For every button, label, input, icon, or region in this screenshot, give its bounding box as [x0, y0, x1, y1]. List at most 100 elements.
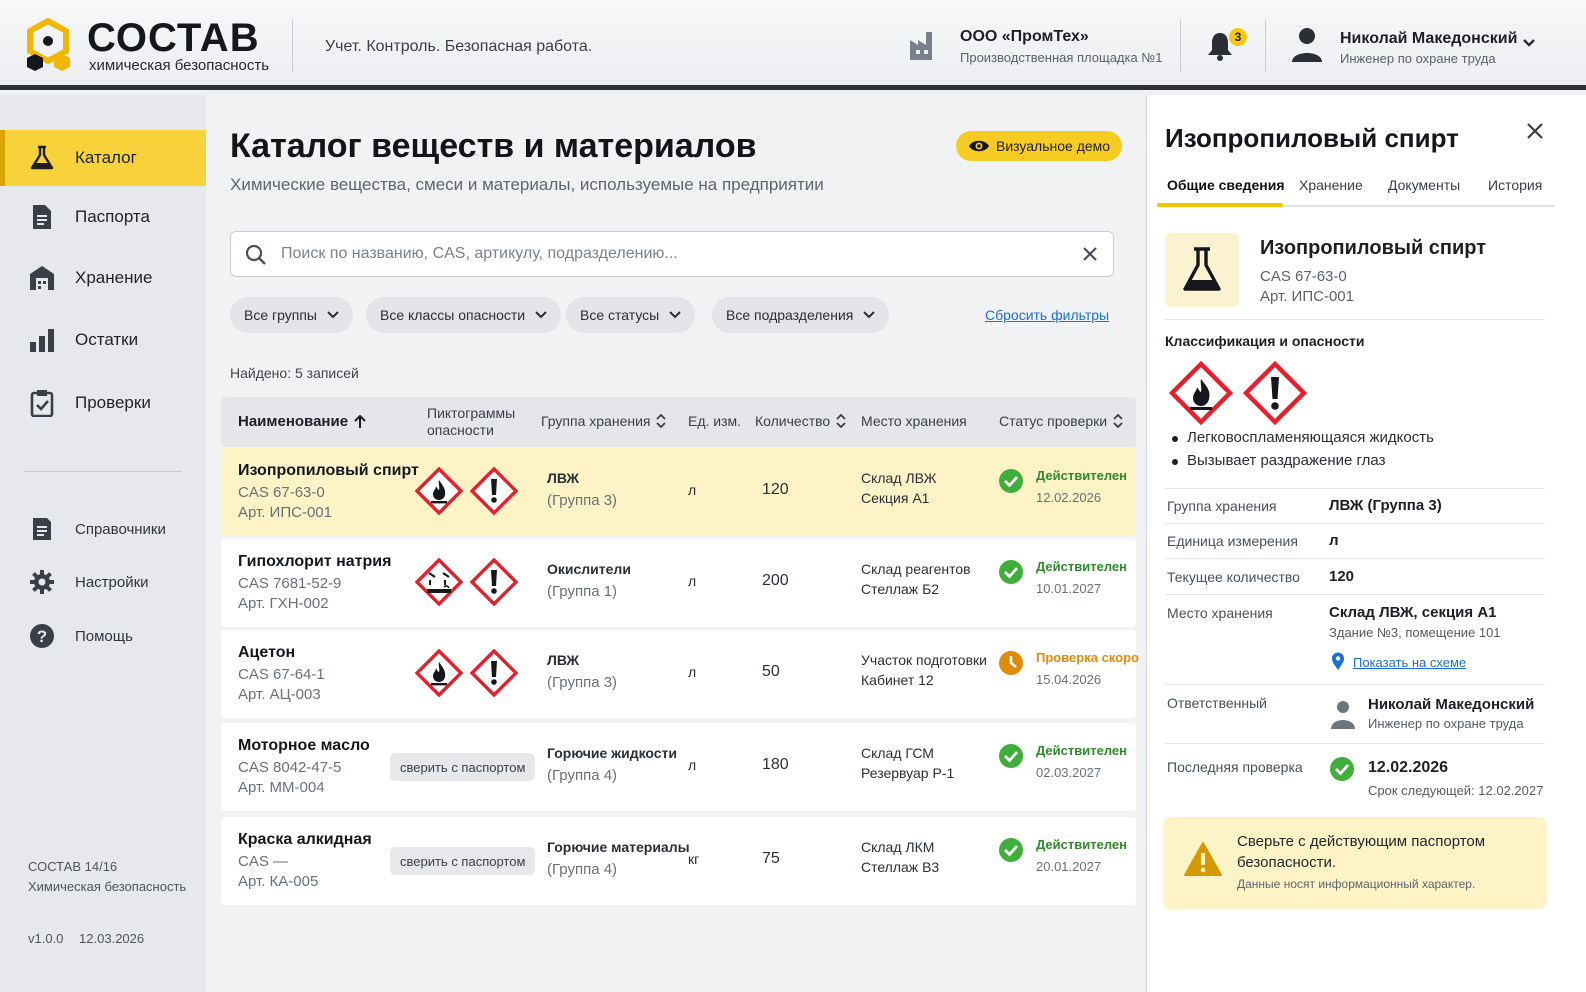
flame-pictogram-icon [1169, 361, 1233, 425]
user-name: Николай Македонский [1340, 30, 1518, 47]
chevron-down-icon [669, 311, 681, 319]
sidebar-item-label: Настройки [75, 573, 149, 591]
sidebar-item-storage[interactable]: Хранение [0, 250, 206, 306]
field-label: Ответственный [1167, 695, 1267, 711]
storage-group-sub: (Группа 4) [547, 767, 618, 784]
reset-filters-link[interactable]: Сбросить фильтры [985, 307, 1109, 323]
col-qty[interactable]: Количество [755, 413, 846, 429]
chevron-down-icon [535, 311, 547, 319]
panel-title: Изопропиловый спирт [1165, 123, 1459, 153]
field-value: Склад ЛВЖ, секция А1 [1329, 604, 1497, 621]
substance-cas: CAS — [238, 853, 289, 870]
status-badge: Действителен [1036, 468, 1127, 483]
site-name: Производственная площадка №1 [960, 50, 1163, 65]
table-row[interactable]: Краска алкидная CAS — Арт. КА-005 сверить с… [221, 817, 1136, 905]
substance-article: Арт. ГХН-002 [238, 595, 329, 612]
status-date: 20.01.2027 [1036, 859, 1102, 874]
filter-statuses[interactable]: Все статусы [566, 297, 696, 333]
field-label: Текущее количество [1167, 569, 1300, 585]
sort-icon [836, 414, 846, 428]
col-name[interactable]: Наименование [238, 413, 366, 430]
tab-general[interactable]: Общие сведения [1167, 177, 1285, 193]
check-circle-icon [999, 744, 1023, 768]
status-date: 10.01.2027 [1036, 581, 1102, 596]
field-label: Место хранения [1167, 605, 1273, 621]
divider [1165, 594, 1545, 595]
table-row[interactable]: Изопропиловый спирт CAS 67-63-0 Арт. ИПС-0… [221, 448, 1136, 536]
col-group[interactable]: Группа хранения [541, 413, 667, 429]
status-date: 12.02.2026 [1036, 490, 1102, 505]
filter-departments[interactable]: Все подразделения [712, 297, 890, 333]
col-label: Ед. изм. [688, 413, 742, 429]
warning-icon [1184, 842, 1222, 876]
result-count: Найдено: 5 записей [230, 365, 359, 381]
storage-place-sub: Стеллаж Б2 [861, 581, 940, 597]
field-label: Единица измерения [1167, 533, 1298, 549]
unit: л [688, 573, 697, 589]
chevron-down-icon [1523, 39, 1535, 47]
storage-place-sub: Кабинет 12 [861, 672, 934, 688]
sidebar-item-stock[interactable]: Остатки [0, 312, 206, 368]
panel-tabs: Общие сведения Хранение Документы Истори… [1157, 173, 1555, 207]
tab-documents[interactable]: Документы [1388, 177, 1460, 193]
clear-search-icon[interactable] [1081, 245, 1099, 263]
storage-group-sub: (Группа 3) [547, 492, 618, 509]
sidebar-divider [24, 471, 182, 472]
exclamation-pictogram-icon [1243, 361, 1307, 425]
search-input[interactable] [281, 232, 1061, 276]
show-on-map-link[interactable]: Показать на схеме [1353, 655, 1466, 670]
sidebar-item-label: Проверки [75, 393, 151, 412]
table-row[interactable]: Гипохлорит натрия CAS 7681-52-9 Арт. ГХН-0… [221, 539, 1136, 627]
status-badge: Действителен [1036, 837, 1127, 852]
filter-groups[interactable]: Все группы [230, 297, 353, 333]
last-check-date: 12.02.2026 [1368, 759, 1449, 776]
storage-group: Окислители [547, 561, 631, 577]
sidebar-item-settings[interactable]: Настройки [0, 554, 206, 610]
warning-box: Сверьте с действующим паспортом безопасн… [1163, 817, 1547, 909]
gear-icon [30, 570, 54, 594]
tab-history[interactable]: История [1488, 177, 1542, 193]
sidebar-item-label: Остатки [75, 330, 139, 349]
col-pictograms: Пиктограммы опасности [427, 405, 515, 439]
storage-group-sub: (Группа 4) [547, 861, 618, 878]
active-tab-indicator [1157, 203, 1283, 207]
col-status[interactable]: Статус проверки [999, 413, 1123, 429]
table-header: Наименование Пиктограммы опасности Группа… [221, 397, 1136, 447]
storage-place: Склад ЛВЖ [861, 470, 937, 486]
tab-storage[interactable]: Хранение [1299, 177, 1363, 193]
exclamation-pictogram-icon [470, 649, 518, 697]
filter-hazard-classes[interactable]: Все классы опасности [366, 297, 562, 333]
document-icon [33, 205, 51, 229]
sidebar-item-catalog[interactable]: Каталог [0, 130, 206, 186]
table-row[interactable]: Ацетон CAS 67-64-1 Арт. АЦ-003 ЛВЖ (Группа 3… [221, 630, 1139, 718]
book-icon [33, 518, 51, 540]
unit: л [688, 664, 697, 680]
next-check-date: Срок следующей: 12.02.2027 [1368, 783, 1544, 798]
col-label: Статус проверки [999, 413, 1108, 429]
substance-name: Изопропиловый спирт [238, 462, 419, 479]
status-badge: Действителен [1036, 743, 1127, 758]
divider [1165, 488, 1545, 489]
close-icon[interactable] [1525, 121, 1545, 141]
storage-place-sub: Секция А1 [861, 490, 930, 506]
col-unit: Ед. изм. [688, 413, 741, 429]
divider [1165, 319, 1545, 320]
sidebar-item-label: Помощь [75, 627, 133, 645]
user-menu[interactable]: Николай Македонский Инженер по охране тр… [1290, 24, 1535, 69]
sidebar-item-label: Хранение [75, 268, 153, 287]
demo-button[interactable]: Визуальное демо [956, 131, 1122, 161]
storage-group-sub: (Группа 1) [547, 583, 618, 600]
sidebar-item-references[interactable]: Справочники [0, 501, 206, 557]
check-circle-icon [1330, 757, 1354, 781]
check-circle-icon [999, 560, 1023, 584]
corrosion-pictogram-icon [415, 558, 463, 606]
divider [1165, 684, 1545, 685]
notification-badge: 3 [1229, 28, 1247, 46]
sidebar-item-inspections[interactable]: Проверки [0, 375, 206, 431]
table-row[interactable]: Моторное масло CAS 8042-47-5 Арт. ММ-004 св… [221, 723, 1136, 811]
sidebar-item-passports[interactable]: Паспорта [0, 189, 206, 245]
sidebar-item-help[interactable]: ? Помощь [0, 608, 206, 664]
sidebar-item-label: Паспорта [75, 207, 150, 226]
filter-label: Все группы [244, 307, 317, 323]
responsible-role: Инженер по охране труда [1368, 716, 1524, 731]
